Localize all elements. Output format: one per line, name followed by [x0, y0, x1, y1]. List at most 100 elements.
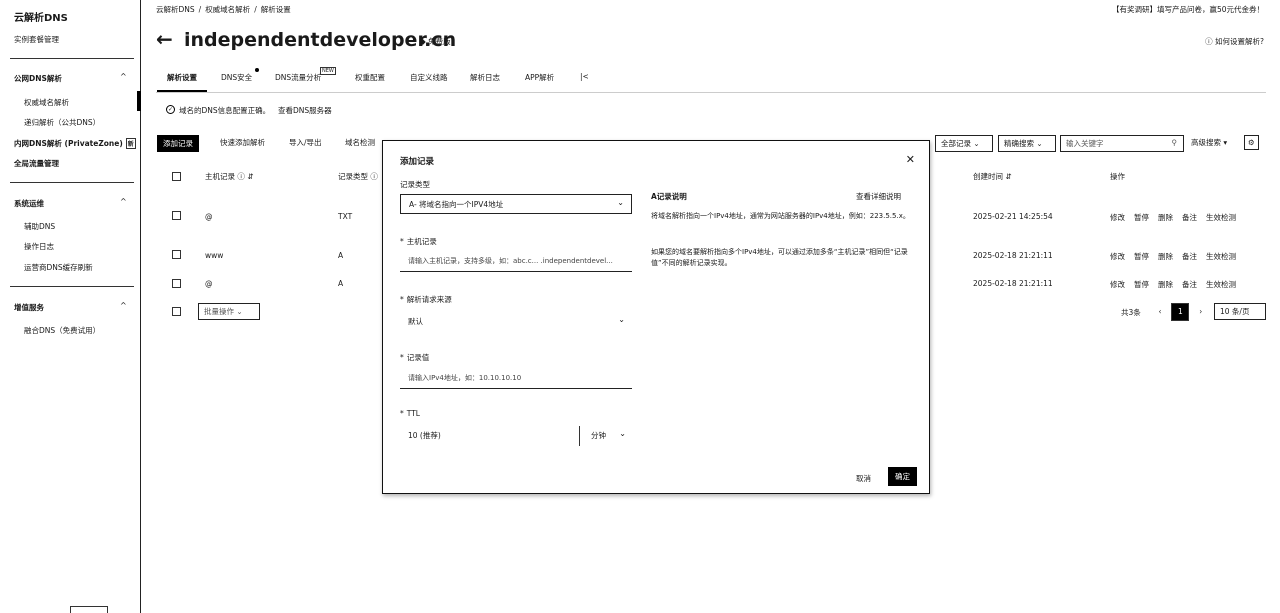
page-number-current[interactable]: 1	[1171, 303, 1190, 321]
page-size-select[interactable]: 10 条/页	[1214, 303, 1266, 320]
pause-link[interactable]: 暂停	[1134, 213, 1149, 222]
check-link[interactable]: 生效检测	[1206, 213, 1236, 222]
tab-dns-log[interactable]: 解析日志	[470, 72, 500, 83]
add-record-button[interactable]: 添加记录	[157, 135, 199, 152]
sidebar-item-secondary-dns[interactable]: 辅助DNS	[24, 221, 55, 232]
help-detail-link[interactable]: 查看详细说明	[856, 191, 901, 202]
total-count: 共3条	[1121, 308, 1141, 317]
help-paragraph: 将域名解析指向一个IPv4地址，通常为网站服务器的IPv4地址，例如：223.5…	[651, 212, 910, 220]
domain-check-button[interactable]: 域名检测	[340, 135, 380, 150]
sidebar-item-cache-refresh[interactable]: 运营商DNS缓存刷新	[24, 262, 93, 273]
ttl-label: * TTL	[400, 409, 420, 418]
row-checkbox[interactable]	[172, 211, 181, 220]
search-icon[interactable]: ⚲	[1172, 138, 1178, 147]
cell-created: 2025-02-18 21:21:11	[973, 279, 1053, 288]
cell-host: www	[205, 251, 224, 260]
chevron-up-icon[interactable]: ^	[120, 197, 127, 206]
pause-link[interactable]: 暂停	[1134, 252, 1149, 261]
remark-link[interactable]: 备注	[1182, 280, 1197, 289]
settings-gear-icon[interactable]: ⚙	[1244, 135, 1259, 150]
breadcrumb-item[interactable]: 权威域名解析	[205, 5, 250, 14]
tab-custom-line[interactable]: 自定义线路	[410, 72, 448, 83]
close-icon[interactable]: ✕	[906, 153, 915, 166]
prev-page-icon[interactable]: ‹	[1151, 304, 1169, 322]
quick-add-button[interactable]: 快速添加解析	[215, 135, 270, 150]
collapse-toggle[interactable]	[70, 606, 108, 613]
select-all-checkbox[interactable]	[172, 172, 181, 181]
ttl-input[interactable]: 10 (推荐)	[400, 426, 580, 446]
ttl-label-text: TTL	[406, 409, 420, 418]
import-export-button[interactable]: 导入/导出	[284, 135, 327, 150]
cancel-button[interactable]: 取消	[856, 473, 871, 484]
cell-host: @	[205, 279, 213, 288]
delete-link[interactable]: 删除	[1158, 280, 1173, 289]
row-checkbox[interactable]	[172, 250, 181, 259]
view-dns-servers-link[interactable]: 查看DNS服务器	[278, 105, 332, 116]
advanced-search-button[interactable]: 高级搜索 ▾	[1186, 135, 1233, 150]
page-title: independentdeveloper.cn	[184, 29, 457, 51]
confirm-button[interactable]: 确定	[888, 467, 917, 486]
edit-link[interactable]: 修改	[1110, 280, 1125, 289]
chevron-up-icon[interactable]: ^	[120, 301, 127, 310]
column-header-host[interactable]: 主机记录 ⓘ ⇵	[205, 171, 254, 182]
sidebar-item-recursive[interactable]: 递归解析（公共DNS）	[24, 117, 100, 128]
batch-select-checkbox[interactable]	[172, 307, 181, 316]
line-select[interactable]: 默认 ⌄	[400, 312, 632, 332]
sidebar-item-oplog[interactable]: 操作日志	[24, 241, 54, 252]
sidebar-group-private-dns[interactable]: 内网DNS解析 (PrivateZone) 新	[14, 138, 136, 149]
edition-text: 免费版	[428, 37, 451, 46]
search-input[interactable]: 输入关键字 ⚲	[1060, 135, 1184, 152]
check-link[interactable]: 生效检测	[1206, 280, 1236, 289]
remark-link[interactable]: 备注	[1182, 252, 1197, 261]
breadcrumb-item[interactable]: 云解析DNS	[156, 5, 195, 14]
help-circle-icon: ⓘ	[1205, 37, 1216, 46]
sidebar-divider	[10, 182, 134, 183]
chevron-up-icon[interactable]: ^	[120, 72, 127, 81]
host-label-text: 主机记录	[406, 237, 437, 246]
value-input[interactable]: 请输入IPv4地址，如：10.10.10.10	[400, 369, 632, 389]
sidebar-group-gtm[interactable]: 全局流量管理	[14, 158, 59, 169]
remark-link[interactable]: 备注	[1182, 213, 1197, 222]
tab-traffic-analysis[interactable]: DNS流量分析	[275, 72, 321, 83]
help-link[interactable]: ⓘ 如何设置解析?	[1205, 36, 1264, 47]
cell-type: TXT	[338, 212, 353, 221]
delete-link[interactable]: 删除	[1158, 252, 1173, 261]
delete-link[interactable]: 删除	[1158, 213, 1173, 222]
record-filter-select[interactable]: 全部记录 ⌄	[935, 135, 993, 152]
sidebar-divider	[10, 286, 134, 287]
help-paragraph: 如果您的域名要解析指向多个IPv4地址，可以通过添加多条“主机记录”相同但“记录…	[651, 248, 908, 267]
sidebar-item-fusion-dns[interactable]: 融合DNS（免费试用）	[24, 325, 100, 336]
edit-link[interactable]: 修改	[1110, 252, 1125, 261]
dns-status-text: 域名的DNS信息配置正确。	[179, 106, 271, 115]
back-arrow-icon[interactable]: ←	[156, 29, 173, 49]
record-type-value: A- 将域名指向一个IPV4地址	[409, 200, 504, 209]
row-checkbox[interactable]	[172, 279, 181, 288]
sort-icon[interactable]: ⇵	[1005, 172, 1011, 181]
check-link[interactable]: 生效检测	[1206, 252, 1236, 261]
tab-scroll-control[interactable]: |<	[580, 72, 589, 81]
tab-weight-config[interactable]: 权重配置	[355, 72, 385, 83]
chevron-down-icon: ⌄	[1036, 139, 1043, 148]
sidebar-item-authoritative[interactable]: 权威域名解析	[24, 97, 69, 108]
sidebar-group-ops[interactable]: 系统运维	[14, 198, 44, 209]
pause-link[interactable]: 暂停	[1134, 280, 1149, 289]
host-input[interactable]: 请输入主机记录，支持多级，如：abc.c... .independentdeve…	[400, 252, 632, 272]
sidebar-group-public-dns[interactable]: 公网DNS解析	[14, 73, 62, 84]
next-page-icon[interactable]: ›	[1192, 304, 1210, 322]
sidebar-group-value-added[interactable]: 增值服务	[14, 302, 44, 313]
record-type-select[interactable]: A- 将域名指向一个IPV4地址 ⌄	[400, 194, 632, 214]
sidebar: 云解析DNS 实例套餐管理 公网DNS解析 ^ 权威域名解析 递归解析（公共DN…	[0, 0, 141, 613]
sort-icon[interactable]: ⇵	[247, 172, 253, 181]
survey-banner-link[interactable]: 【有奖调研】填写产品问卷，赢50元代金券！	[1112, 4, 1264, 15]
tab-dns-settings[interactable]: 解析设置	[167, 72, 197, 83]
column-header-created[interactable]: 创建时间 ⇵	[973, 171, 1012, 182]
tab-app-dns[interactable]: APP解析	[525, 72, 554, 83]
sidebar-item-instance[interactable]: 实例套餐管理	[14, 34, 59, 45]
ttl-unit-select[interactable]: 分钟 ⌄	[583, 426, 633, 446]
search-mode-select[interactable]: 精确搜索 ⌄	[998, 135, 1056, 152]
batch-action-select[interactable]: 批量操作 ⌄	[198, 303, 260, 320]
tab-dns-security[interactable]: DNS安全	[221, 72, 252, 83]
edit-link[interactable]: 修改	[1110, 213, 1125, 222]
edition-label: ◆ 免费版	[420, 36, 451, 47]
column-header-type[interactable]: 记录类型 ⓘ	[338, 171, 378, 182]
